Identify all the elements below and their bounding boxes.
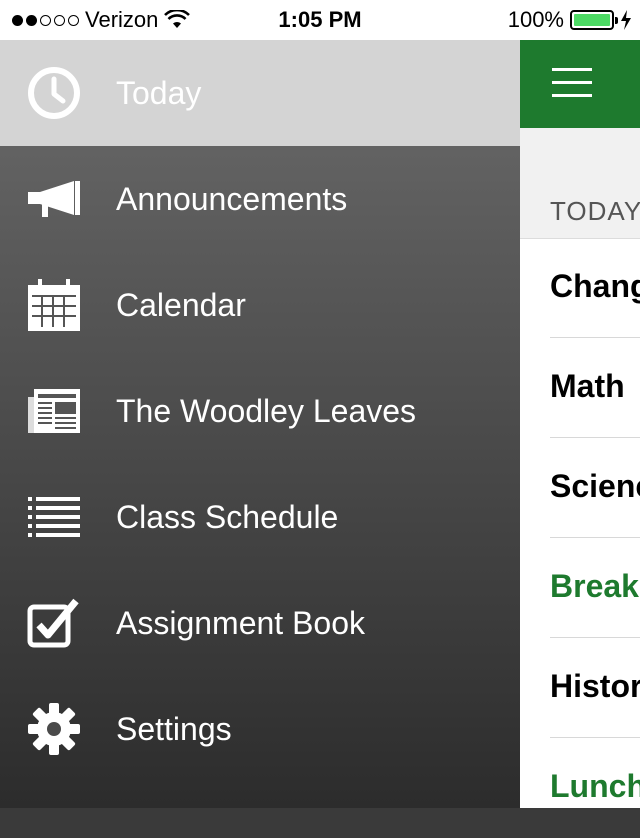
top-app-bar — [520, 40, 640, 128]
charging-bolt-icon — [621, 10, 631, 30]
list-item-title: Chang — [550, 268, 640, 304]
list-item-title: Break — [550, 568, 639, 604]
menu-item-label: Class Schedule — [116, 498, 339, 535]
list-item[interactable]: Math — [550, 338, 640, 438]
newspaper-icon — [26, 383, 82, 439]
gear-icon — [26, 701, 82, 757]
menu-item-today[interactable]: Today — [0, 40, 520, 146]
menu-item-label: Settings — [116, 710, 232, 747]
battery-percent: 100% — [507, 7, 564, 32]
list-item[interactable]: Break — [550, 538, 640, 638]
list-item-title: Scienc — [550, 468, 640, 504]
menu-item-label: The Woodley Leaves — [116, 392, 417, 429]
menu-item-class-schedule[interactable]: Class Schedule — [0, 464, 520, 570]
hamburger-menu-icon[interactable] — [552, 68, 592, 98]
checkbox-icon — [26, 595, 82, 651]
list-item-title: Math — [550, 368, 625, 404]
battery-icon — [570, 10, 618, 30]
section-title: TODAY — [550, 196, 640, 226]
menu-item-calendar[interactable]: Calendar — [0, 252, 520, 358]
main-panel: TODAY Chang Math Scienc Break Histor Lun… — [520, 40, 640, 808]
menu-item-woodley-leaves[interactable]: The Woodley Leaves — [0, 358, 520, 464]
list-item-title: Histor — [550, 668, 640, 704]
menu-item-label: Today — [116, 74, 202, 111]
list-item[interactable]: Chang — [550, 238, 640, 338]
list-item[interactable]: Scienc — [550, 438, 640, 538]
menu-item-label: Announcements — [116, 180, 348, 217]
menu-item-announcements[interactable]: Announcements — [0, 146, 520, 252]
list-icon — [26, 489, 82, 545]
menu-item-settings[interactable]: Settings — [0, 676, 520, 782]
list-item[interactable]: Histor — [550, 638, 640, 738]
megaphone-icon — [26, 171, 82, 227]
menu-item-assignment-book[interactable]: Assignment Book — [0, 570, 520, 676]
list-item[interactable]: Lunch — [550, 738, 640, 838]
calendar-icon — [26, 277, 82, 333]
menu-item-label: Assignment Book — [116, 604, 366, 641]
list-item-title: Lunch — [550, 768, 640, 804]
status-right: 100% — [508, 0, 632, 40]
navigation-drawer: Today Announcements Calendar The Woodley… — [0, 40, 520, 808]
status-bar: Verizon 1:05 PM 100% — [0, 0, 640, 40]
menu-item-label: Calendar — [116, 286, 246, 323]
clock-icon — [26, 65, 82, 121]
section-header: TODAY — [520, 128, 640, 239]
